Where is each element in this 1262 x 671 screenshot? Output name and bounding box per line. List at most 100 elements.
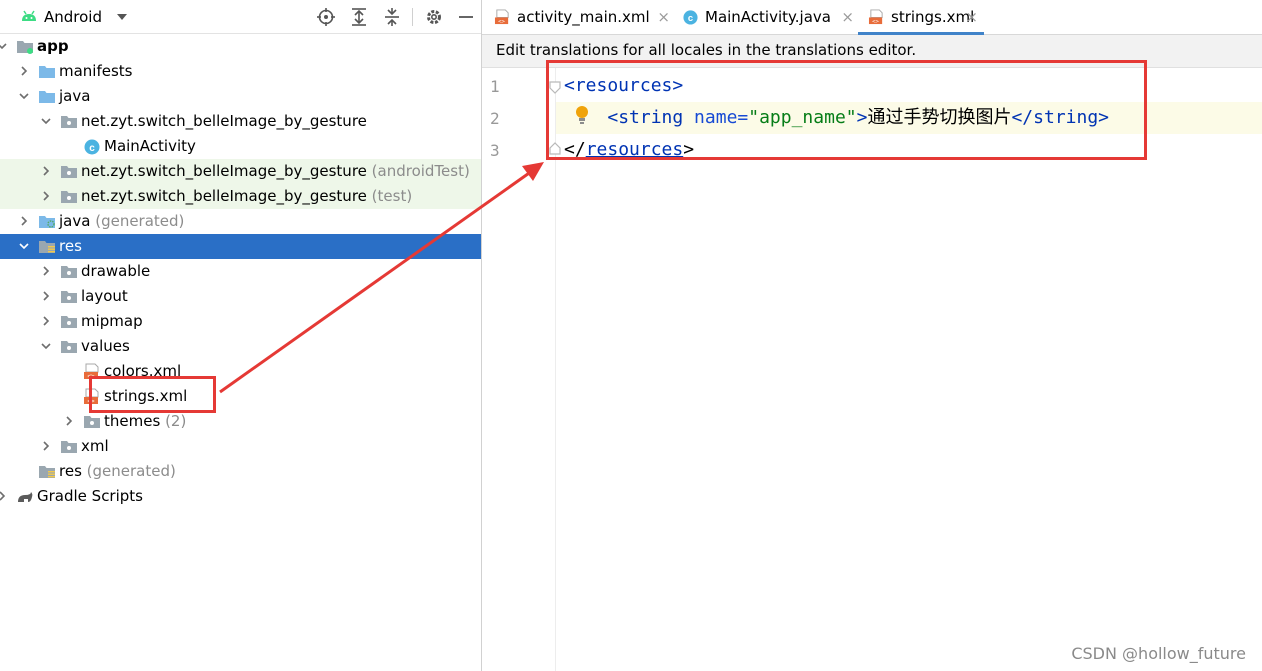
view-selector-label[interactable]: Android [44, 8, 102, 26]
project-toolbar: Android [0, 0, 481, 34]
tree-item[interactable]: values [0, 334, 481, 359]
tree-item[interactable]: c MainActivity [0, 134, 481, 159]
tab-label: MainActivity.java [705, 8, 831, 26]
close-icon[interactable]: × [657, 0, 670, 34]
tree-item-label: net.zyt.switch_belleImage_by_gesture [81, 187, 367, 205]
watermark: CSDN @hollow_future [1071, 644, 1246, 663]
class-icon: c [84, 139, 100, 155]
tree-item[interactable]: res [0, 234, 481, 259]
banner-text: Edit translations for all locales in the… [496, 41, 917, 59]
tree-item[interactable]: java [0, 84, 481, 109]
line-number: 3 [490, 141, 500, 160]
tree-item[interactable]: <> colors.xml [0, 359, 481, 384]
tree-item-label: values [81, 337, 130, 355]
close-icon[interactable]: × [841, 0, 854, 34]
chevron-down-icon[interactable] [116, 12, 128, 22]
chevron-right-icon[interactable] [40, 315, 52, 327]
gradle-icon [18, 492, 33, 502]
locate-icon[interactable] [316, 7, 336, 27]
chevron-right-icon[interactable] [40, 165, 52, 177]
line-number: 1 [490, 77, 500, 96]
tree-item[interactable]: layout [0, 284, 481, 309]
tree-item-label: net.zyt.switch_belleImage_by_gesture [81, 112, 367, 130]
close-icon[interactable]: × [965, 0, 978, 34]
tree-item-label: net.zyt.switch_belleImage_by_gesture [81, 162, 367, 180]
chevron-right-icon[interactable] [18, 215, 30, 227]
chevron-right-icon[interactable] [0, 490, 8, 502]
res-folder-icon [39, 466, 55, 478]
code-highlight-box [546, 60, 1147, 160]
tree-item[interactable]: Gradle Scripts [0, 484, 481, 509]
tree-item[interactable]: java (generated) [0, 209, 481, 234]
tree-item-hint: (test) [371, 187, 413, 205]
tab-label: strings.xml [891, 8, 975, 26]
svg-text:<>: <> [498, 19, 505, 25]
tree-item-hint: (generated) [95, 212, 185, 230]
tree-item-label: Gradle Scripts [37, 487, 143, 505]
tree-item[interactable]: net.zyt.switch_belleImage_by_gesture (te… [0, 184, 481, 209]
editor-tabs: <> activity_main.xml × c MainActivity.java × <… [482, 0, 1262, 35]
chevron-down-icon[interactable] [18, 240, 30, 252]
chevron-right-icon[interactable] [63, 415, 75, 427]
tree-item[interactable]: <> strings.xml [0, 384, 481, 409]
tree-item[interactable]: xml [0, 434, 481, 459]
expand-all-icon[interactable] [349, 7, 369, 27]
xml-file-icon: <> [494, 9, 509, 25]
toolbar-divider [412, 8, 413, 26]
collapse-all-icon[interactable] [382, 7, 402, 27]
gear-icon[interactable] [424, 7, 444, 27]
tree-item[interactable]: mipmap [0, 309, 481, 334]
tree-item[interactable]: app [0, 34, 481, 59]
tree-item[interactable]: manifests [0, 59, 481, 84]
chevron-down-icon[interactable] [0, 40, 8, 52]
chevron-right-icon[interactable] [18, 65, 30, 77]
tree-item-label: layout [81, 287, 128, 305]
package-icon [61, 266, 77, 278]
tab-strings-xml[interactable]: <> strings.xml × [858, 0, 984, 35]
tree-item[interactable]: net.zyt.switch_belleImage_by_gesture (an… [0, 159, 481, 184]
tree-item[interactable]: drawable [0, 259, 481, 284]
chevron-down-icon[interactable] [18, 90, 30, 102]
chevron-right-icon[interactable] [40, 290, 52, 302]
svg-text:c: c [688, 12, 693, 23]
tree-item-label: MainActivity [104, 137, 196, 155]
folder-icon [39, 66, 55, 78]
package-icon [61, 316, 77, 328]
module-icon [17, 41, 33, 54]
project-panel: Android app manifests java net.zyt.switc… [0, 0, 482, 671]
svg-text:<>: <> [872, 19, 879, 25]
tree-item-label: java [59, 212, 91, 230]
minimize-icon[interactable] [456, 7, 476, 27]
line-number: 2 [490, 109, 500, 128]
package-icon [61, 166, 77, 178]
tab-activity-main-xml[interactable]: <> activity_main.xml × [484, 0, 676, 34]
tree-item-label: drawable [81, 262, 151, 280]
chevron-right-icon[interactable] [40, 190, 52, 202]
package-icon [61, 191, 77, 203]
chevron-down-icon[interactable] [40, 340, 52, 352]
class-icon: c [683, 10, 698, 25]
tree-item[interactable]: res (generated) [0, 459, 481, 484]
folder-icon [39, 91, 55, 103]
file-highlight-box [89, 376, 216, 413]
xml-file-icon: <> [868, 9, 883, 25]
tree-item-label: res [59, 462, 82, 480]
tab-mainactivity-java[interactable]: c MainActivity.java × [672, 0, 860, 34]
chevron-right-icon[interactable] [40, 440, 52, 452]
tree-item-hint: (generated) [86, 462, 176, 480]
tree-item-hint: (2) [165, 412, 187, 430]
tree-item-label: mipmap [81, 312, 143, 330]
line-gutter: 1 2 3 [482, 68, 561, 671]
generated-folder-icon [39, 216, 55, 228]
tree-item[interactable]: net.zyt.switch_belleImage_by_gesture [0, 109, 481, 134]
package-icon [61, 341, 77, 353]
package-icon [61, 291, 77, 303]
chevron-right-icon[interactable] [40, 265, 52, 277]
tree-item[interactable]: themes (2) [0, 409, 481, 434]
chevron-down-icon[interactable] [40, 115, 52, 127]
package-icon [61, 441, 77, 453]
tree-item-label: manifests [59, 62, 133, 80]
package-icon [61, 116, 77, 128]
tree-item-label: app [37, 37, 69, 55]
res-folder-icon [39, 241, 55, 253]
